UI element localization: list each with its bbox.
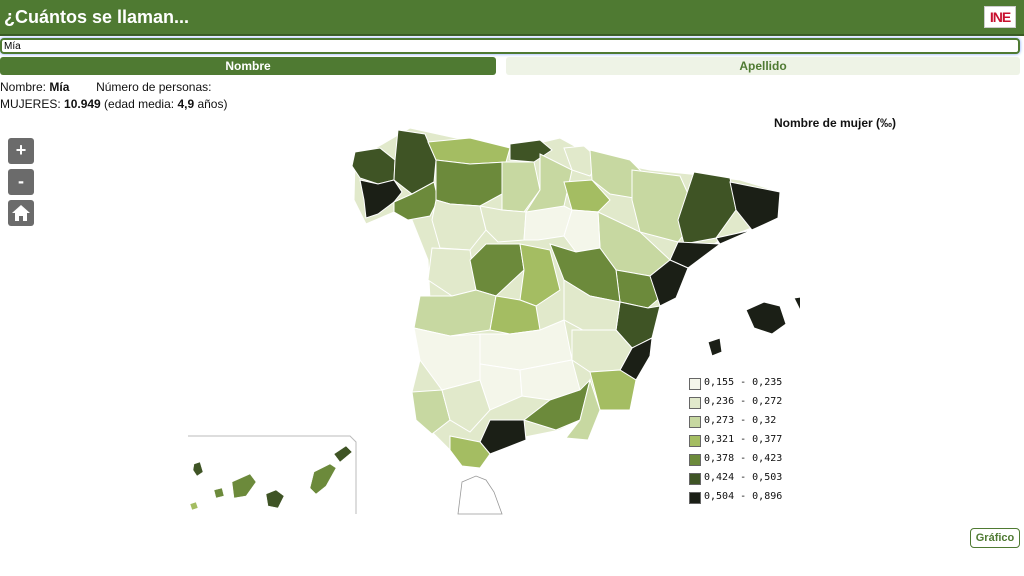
region-gomera [213, 487, 225, 499]
name-search-input[interactable] [0, 38, 1020, 54]
tab-apellido[interactable]: Apellido [506, 57, 1020, 75]
legend-label: 0,155 - 0,235 [704, 377, 783, 388]
edad-suffix: años) [194, 97, 228, 111]
name-info: Nombre: Mía Número de personas: [0, 80, 211, 94]
legend-label: 0,424 - 0,503 [704, 472, 783, 483]
region-menorca [793, 296, 800, 311]
region-tenerife [231, 473, 257, 499]
tab-nombre[interactable]: Nombre [0, 57, 496, 75]
nombre-value: Mía [49, 80, 70, 94]
region-lanzarote [333, 445, 353, 463]
region-fuerteventura [309, 463, 337, 495]
legend-label: 0,236 - 0,272 [704, 396, 783, 407]
legend-swatch [689, 378, 701, 390]
legend-label: 0,273 - 0,32 [704, 415, 777, 426]
zoom-out-button[interactable]: - [8, 169, 34, 195]
region-tenerife-west [192, 461, 204, 477]
app-header: ¿Cuántos se llaman... INE [0, 0, 1024, 36]
mujeres-label: MUJERES: [0, 97, 65, 111]
region-mallorca [745, 301, 787, 335]
legend-label: 0,321 - 0,377 [704, 434, 783, 445]
legend-swatch [689, 397, 701, 409]
nombre-label: Nombre: [0, 80, 50, 94]
zoom-in-button[interactable]: + [8, 138, 34, 164]
app-title: ¿Cuántos se llaman... [4, 7, 190, 27]
legend-swatch [689, 473, 701, 485]
legend-swatch [689, 492, 701, 504]
edad-value: 4,9 [177, 97, 195, 111]
legend-label: 0,378 - 0,423 [704, 453, 783, 464]
legend-label: 0,504 - 0,896 [704, 491, 783, 502]
mujeres-value: 10.949 [64, 97, 101, 111]
edad-label: (edad media: [100, 97, 178, 111]
personas-label: Número de personas: [96, 80, 212, 94]
mujeres-info: MUJERES: 10.949 (edad media: 4,9 años) [0, 97, 227, 111]
ine-logo: INE [984, 6, 1016, 28]
region-caceres [413, 289, 497, 337]
home-button[interactable] [8, 200, 34, 226]
region-gran-canaria [265, 489, 285, 509]
north-africa-outline [457, 475, 503, 515]
legend-swatch [689, 435, 701, 447]
legend-swatch [689, 454, 701, 466]
region-ibiza [707, 337, 723, 357]
home-icon [12, 205, 30, 221]
grafico-button[interactable]: Gráfico [970, 528, 1020, 548]
legend-swatch [689, 416, 701, 428]
region-hierro [189, 501, 199, 511]
